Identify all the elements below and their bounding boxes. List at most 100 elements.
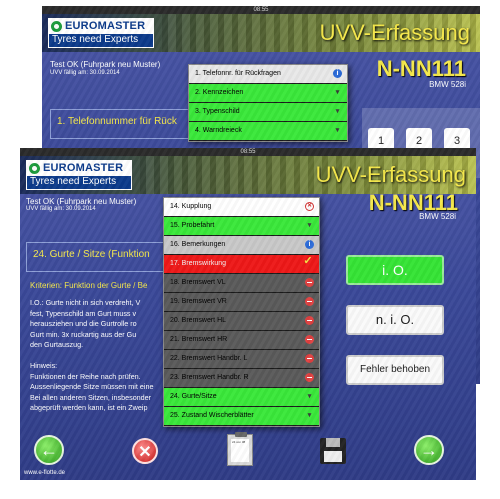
stop-icon	[305, 316, 314, 325]
instruction-line: Funktionen der Reihe nach prüfen.	[30, 371, 141, 381]
dropdown-item[interactable]: 3. Typenschild ▾	[189, 103, 347, 122]
logo-brand: EUROMASTER	[43, 162, 124, 174]
floppy-disk-icon	[326, 438, 340, 447]
dropdown-item[interactable]: 19. Bremswert VR	[164, 293, 319, 312]
cancel-button[interactable]: ✕	[132, 438, 158, 464]
dropdown-item-label: 4. Warndreieck	[195, 127, 242, 134]
composite-screenshot: 08:55 EUROMASTER Tyres need Experts UVV-…	[0, 0, 500, 499]
logo-ring-icon	[51, 21, 62, 32]
dropdown-item-label: 17. Bremswirkung	[170, 260, 227, 267]
euromaster-logo: EUROMASTER Tyres need Experts	[48, 18, 154, 48]
not-ok-button[interactable]: n. i. O.	[346, 305, 444, 335]
dropdown-item[interactable]: 16. Bemerkungen i	[164, 236, 319, 255]
due-date-label: UVV fällig am: 30.09.2014	[26, 206, 96, 212]
test-label: Test OK (Fuhrpark neu Muster)	[26, 197, 137, 206]
save-button[interactable]	[320, 438, 346, 464]
question-title: 24. Gurte / Sitze (Funktion	[26, 242, 176, 272]
back-arrow-button[interactable]: ←	[34, 435, 64, 465]
app-header: EUROMASTER Tyres need Experts UVV-Erfass…	[20, 156, 476, 194]
arrow-right-icon: →	[420, 440, 438, 460]
forward-arrow-button[interactable]: →	[414, 435, 444, 465]
stop-icon	[305, 278, 314, 287]
logo-slogan: Tyres need Experts	[52, 34, 139, 45]
clipboard-label: 24 von 38	[232, 440, 246, 444]
app-title: UVV-Erfassung	[319, 20, 470, 45]
checklist-clipboard-button[interactable]: 24 von 38	[227, 432, 253, 466]
dropdown-item[interactable]: 4. Warndreieck ▾	[189, 122, 347, 141]
instruction-line: Bei allen anderen Sitzen, insbesonder	[30, 392, 152, 402]
dropdown-item[interactable]: 20. Bremswert HL	[164, 312, 319, 331]
dropdown-item-label: 16. Bemerkungen	[170, 241, 226, 248]
instruction-line: abgeprüft werden kann, ist ein Zweip	[30, 403, 148, 412]
status-clock: 08:55	[240, 149, 256, 155]
instruction-text: I.O.: Gurte nicht in sich verdreht, Vfes…	[30, 298, 170, 414]
dropdown-item-label: 14. Kupplung	[170, 203, 212, 210]
due-date-label: UVV fällig am: 30.09.2014	[50, 70, 120, 76]
dropdown-item[interactable]: 25. Zustand Wischerblätter ▾	[164, 407, 319, 426]
dropdown-item-label: 19. Bremswert VR	[170, 298, 227, 305]
chevron-down-icon: ▾	[307, 393, 312, 400]
error-fixed-button[interactable]: Fehler behoben	[346, 355, 444, 385]
question-dropdown[interactable]: 14. Kupplung ✕ 15. Probefahrt ▾ 16. Bemerkun…	[163, 197, 320, 427]
status-clock: 08:55	[253, 7, 269, 13]
dropdown-item[interactable]: 23. Bremswert Handbr. R	[164, 369, 319, 388]
logo-ring-icon	[29, 163, 40, 174]
error-icon: ✕	[305, 202, 314, 211]
dropdown-item[interactable]: 22. Bremswert Handbr. L	[164, 350, 319, 369]
dropdown-item[interactable]: 17. Bremswirkung ✓	[164, 255, 319, 274]
logo-brand: EUROMASTER	[65, 20, 146, 32]
logo-slogan: Tyres need Experts	[30, 176, 117, 187]
status-bar: 08:55	[42, 6, 480, 14]
instruction-line: herausziehen und die Gurtrolle ro	[30, 319, 137, 328]
dropdown-item-label: 25. Zustand Wischerblätter	[170, 412, 254, 419]
stop-icon	[305, 335, 314, 344]
dropdown-item-label: 21. Bremswert HR	[170, 336, 228, 343]
stop-icon	[305, 354, 314, 363]
clipboard-icon	[235, 432, 247, 437]
license-plate: N-NN111	[376, 56, 466, 81]
instruction-line: Gurt min. 3x ruckartig aus der Gu	[30, 329, 137, 339]
chevron-down-icon: ▾	[307, 412, 312, 419]
chevron-down-icon: ▾	[335, 89, 340, 96]
ok-button[interactable]: i. O.	[346, 255, 444, 285]
chevron-down-icon: ▾	[307, 222, 312, 229]
dropdown-item-label: 23. Bremswert Handbr. R	[170, 374, 249, 381]
status-bar: 08:55	[20, 148, 476, 156]
dropdown-item-label: 1. Telefonnr. für Rückfragen	[195, 70, 281, 77]
app-title: UVV-Erfassung	[315, 162, 466, 187]
dropdown-item-label: 20. Bremswert HL	[170, 317, 227, 324]
question-dropdown-back[interactable]: 1. Telefonnr. für Rückfragen i 2. Kennzeic…	[188, 64, 348, 142]
app-header: EUROMASTER Tyres need Experts UVV-Erfass…	[42, 14, 480, 52]
instruction-line	[30, 351, 170, 362]
instruction-line: I.O.: Gurte nicht in sich verdreht, V	[30, 298, 141, 307]
dropdown-item-label: 2. Kennzeichen	[195, 89, 244, 96]
stop-icon	[305, 373, 314, 382]
chevron-down-icon: ▾	[335, 108, 340, 115]
instruction-line: fest, Typenschild am Gurt muss v	[30, 308, 137, 318]
front-screen: 08:55 EUROMASTER Tyres need Experts UVV-…	[20, 148, 476, 480]
arrow-left-icon: ←	[40, 440, 58, 460]
footer-url: www.e-flotte.de	[24, 470, 66, 476]
close-icon: ✕	[138, 444, 152, 461]
stop-icon	[305, 297, 314, 306]
dropdown-item[interactable]: 2. Kennzeichen ▾	[189, 84, 347, 103]
vehicle-model: BMW 528i	[419, 212, 456, 221]
info-icon: i	[333, 69, 342, 78]
chevron-down-icon: ▾	[335, 127, 340, 134]
check-icon: ✓	[303, 255, 313, 267]
dropdown-item[interactable]: 24. Gurte/Sitze ▾	[164, 388, 319, 407]
dropdown-item[interactable]: 14. Kupplung ✕	[164, 198, 319, 217]
dropdown-item[interactable]: 18. Bremswert VL	[164, 274, 319, 293]
dropdown-item-label: 22. Bremswert Handbr. L	[170, 355, 248, 362]
instruction-line: den Gurtauszug.	[30, 340, 84, 349]
question-title: 1. Telefonnummer für Rück	[50, 109, 200, 139]
vehicle-model: BMW 528i	[429, 80, 466, 89]
dropdown-item[interactable]: 21. Bremswert HR	[164, 331, 319, 350]
dropdown-item[interactable]: 1. Telefonnr. für Rückfragen i	[189, 65, 347, 84]
criteria-text: Kriterien: Funktion der Gurte / Be	[30, 281, 148, 290]
dropdown-item[interactable]: 15. Probefahrt ▾	[164, 217, 319, 236]
dropdown-item-label: 18. Bremswert VL	[170, 279, 226, 286]
test-label: Test OK (Fuhrpark neu Muster)	[50, 60, 161, 69]
euromaster-logo: EUROMASTER Tyres need Experts	[26, 160, 132, 190]
dropdown-item-label: 3. Typenschild	[195, 108, 240, 115]
